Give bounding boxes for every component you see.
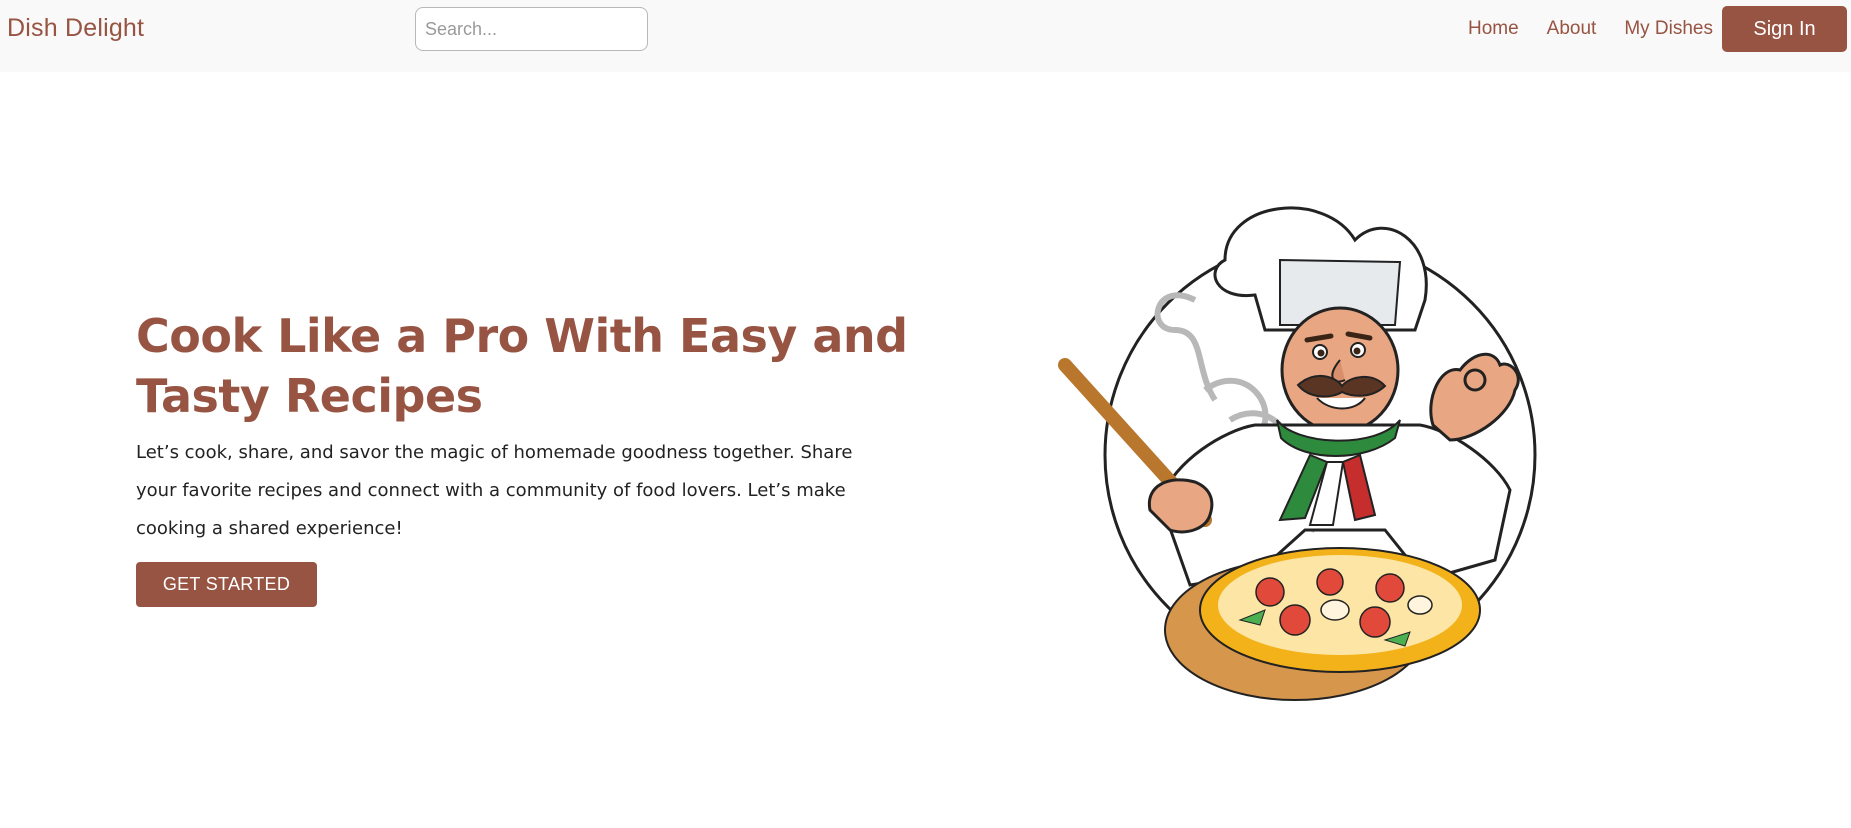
brand-logo[interactable]: Dish Delight — [7, 14, 144, 43]
get-started-button[interactable]: GET STARTED — [136, 562, 317, 607]
nav-link-home[interactable]: Home — [1468, 18, 1519, 40]
nav-links: Home About My Dishes — [1468, 18, 1713, 40]
chef-face — [1280, 306, 1400, 434]
pizza — [1199, 547, 1481, 673]
hero-title: Cook Like a Pro With Easy and Tasty Reci… — [136, 309, 908, 423]
hero-description: Let’s cook, share, and savor the magic o… — [136, 442, 853, 539]
chef-pizza-illustration — [1058, 206, 1537, 701]
hero-section: Cook Like a Pro With Easy and Tasty Reci… — [136, 306, 916, 607]
nav-link-about[interactable]: About — [1547, 18, 1597, 40]
nav-link-my-dishes[interactable]: My Dishes — [1624, 18, 1713, 40]
navbar: Dish Delight Home About My Dishes Sign I… — [0, 0, 1851, 72]
sign-in-button[interactable]: Sign In — [1722, 6, 1847, 52]
search-input[interactable] — [415, 7, 648, 51]
